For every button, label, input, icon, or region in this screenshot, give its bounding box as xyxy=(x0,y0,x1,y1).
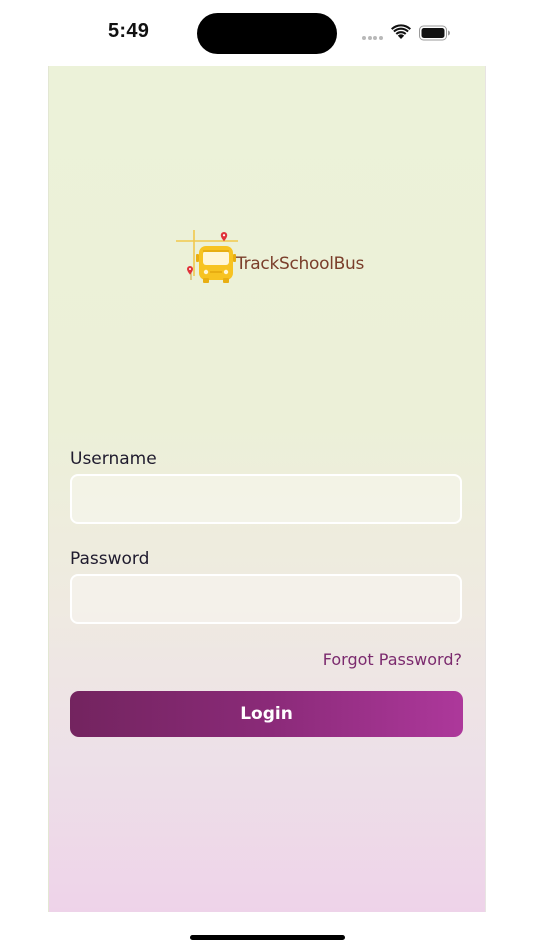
screen: 5:49 TrackSchoolBus Username Password Fo… xyxy=(0,0,534,950)
login-button[interactable]: Login xyxy=(70,691,463,737)
status-bar: 5:49 xyxy=(0,0,534,66)
home-indicator[interactable] xyxy=(190,935,345,940)
password-input[interactable] xyxy=(70,574,462,624)
app-logo: TrackSchoolBus xyxy=(174,228,364,288)
username-input[interactable] xyxy=(70,474,462,524)
map-pin-icon xyxy=(187,232,228,275)
wifi-icon xyxy=(391,24,411,39)
battery-icon xyxy=(419,25,450,41)
password-label: Password xyxy=(70,549,150,569)
forgot-password-link[interactable]: Forgot Password? xyxy=(323,650,462,669)
cellular-signal-icon xyxy=(362,36,384,42)
logo-text: TrackSchoolBus xyxy=(236,254,365,274)
status-time: 5:49 xyxy=(108,20,150,42)
username-label: Username xyxy=(70,449,157,469)
login-screen: TrackSchoolBus Username Password Forgot … xyxy=(48,66,486,912)
dynamic-island xyxy=(197,13,337,54)
